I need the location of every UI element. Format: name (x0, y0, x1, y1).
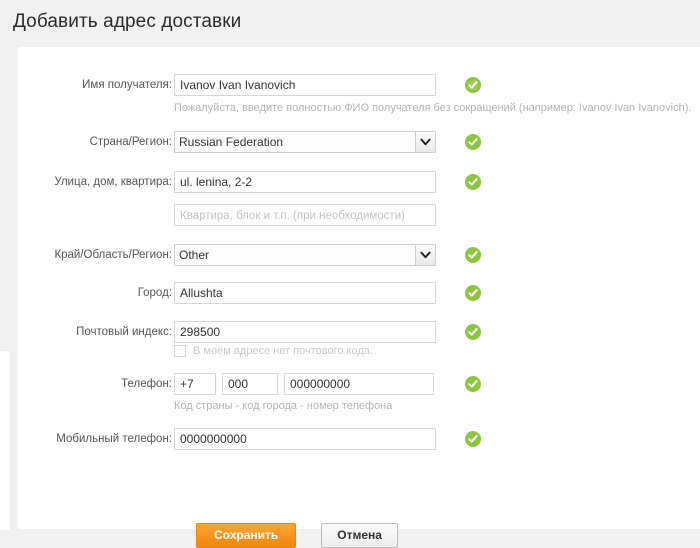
label-postal-code: Почтовый индекс: (76, 326, 172, 338)
form-action-bar: Сохранить Отмена (196, 523, 398, 548)
control-state-province: Other (174, 244, 436, 266)
save-button[interactable]: Сохранить (196, 523, 297, 548)
page-header: Добавить адрес доставки (0, 0, 700, 47)
field-row-country-region: Страна/Регион: Russian Federation (18, 131, 700, 153)
phone-area-code-input[interactable] (222, 373, 278, 395)
hint-recipient-name: Пожалуйста, введите полностью ФИО получа… (174, 102, 692, 114)
page-title: Добавить адрес доставки (13, 11, 242, 32)
control-mobile-phone (174, 428, 436, 450)
field-row-state-province: Край/Область/Регион: Other (18, 244, 700, 266)
control-city (174, 282, 436, 304)
label-mobile-phone: Мобильный телефон: (56, 433, 172, 445)
check-circle-icon-street-address (465, 174, 481, 190)
check-circle-icon-state-province (465, 247, 481, 263)
label-state-province: Край/Область/Регион: (54, 249, 172, 261)
field-row-city: Город: (18, 282, 700, 304)
no-postal-code-label: В моём адресе нет почтового кода. (193, 345, 373, 357)
field-row-mobile-phone: Мобильный телефон: (18, 428, 700, 450)
address-form-card: Имя получателя: Пожалуйста, введите полн… (18, 47, 700, 548)
hint-phone: Код страны - код города - номер телефона (174, 400, 393, 412)
field-row-address-line2 (18, 204, 700, 226)
state-province-select[interactable]: Other (174, 244, 436, 266)
country-region-select[interactable]: Russian Federation (174, 131, 436, 153)
label-city: Город: (137, 287, 172, 299)
label-country-region: Страна/Регион: (89, 136, 172, 148)
country-region-select-wrap[interactable]: Russian Federation (174, 131, 436, 153)
street-address-input[interactable] (174, 171, 436, 193)
label-recipient-name: Имя получателя: (82, 79, 172, 91)
label-street-address: Улица, дом, квартира: (54, 176, 172, 188)
phone-number-input[interactable] (284, 373, 434, 395)
phone-input-group (174, 373, 434, 395)
check-circle-icon-recipient-name (465, 77, 481, 93)
control-street-address (174, 171, 436, 193)
no-postal-code-checkbox[interactable] (174, 345, 186, 357)
cancel-button[interactable]: Отмена (321, 523, 398, 548)
field-row-postal-code: Почтовый индекс: (18, 321, 700, 343)
field-row-phone: Телефон: (18, 373, 700, 395)
field-row-street-address: Улица, дом, квартира: (18, 171, 700, 193)
control-phone (174, 373, 434, 395)
check-circle-icon-phone (465, 376, 481, 392)
no-postal-code-row[interactable]: В моём адресе нет почтового кода. (174, 343, 373, 359)
check-circle-icon-mobile-phone (465, 431, 481, 447)
check-circle-icon-city (465, 285, 481, 301)
city-input[interactable] (174, 282, 436, 304)
check-circle-icon-postal-code (465, 324, 481, 340)
label-phone: Телефон: (121, 378, 172, 390)
phone-country-code-input[interactable] (174, 373, 216, 395)
field-row-recipient-name: Имя получателя: (18, 74, 700, 96)
control-postal-code (174, 321, 436, 343)
control-recipient-name (174, 74, 436, 96)
postal-code-input[interactable] (174, 321, 436, 343)
control-country-region: Russian Federation (174, 131, 436, 153)
mobile-phone-input[interactable] (174, 428, 436, 450)
state-province-select-wrap[interactable]: Other (174, 244, 436, 266)
address-line2-input[interactable] (174, 204, 436, 226)
check-circle-icon-country-region (465, 134, 481, 150)
control-address-line2 (174, 204, 436, 226)
left-edge-panel-sliver (0, 350, 11, 530)
recipient-name-input[interactable] (174, 74, 436, 96)
